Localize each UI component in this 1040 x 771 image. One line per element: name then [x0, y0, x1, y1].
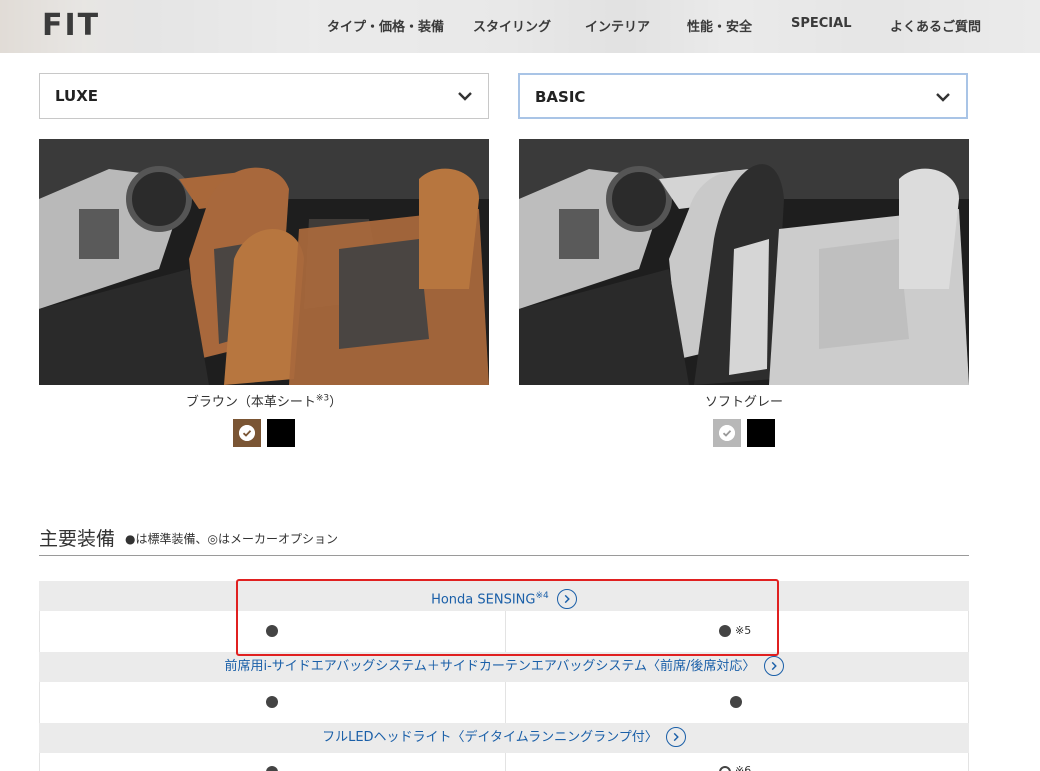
option-dot	[719, 766, 731, 771]
feature-name: フルLEDヘッドライト〈デイタイムランニングランプ付〉	[322, 730, 658, 745]
nav-item-interior[interactable]: インテリア	[585, 16, 650, 35]
footnote-ref: ※3	[315, 393, 330, 404]
interior-image-basic	[519, 139, 969, 385]
chevron-right-circle-icon[interactable]	[763, 655, 784, 676]
swatch-soft-gray[interactable]	[713, 419, 741, 447]
section-legend: ●は標準装備、◎はメーカーオプション	[125, 532, 338, 546]
footnote-ref: ※4	[535, 591, 549, 601]
type-select-value: BASIC	[535, 88, 586, 106]
swatch-black[interactable]	[747, 419, 775, 447]
chevron-down-icon	[936, 93, 950, 102]
interior-color-label: ブラウン（本革シート	[185, 395, 316, 410]
footnote-ref: ※6	[735, 764, 752, 771]
chevron-down-icon	[458, 92, 472, 101]
nav-item-faq[interactable]: よくあるご質問	[890, 16, 981, 35]
interior-color-name: ブラウン（本革シート※3）	[39, 391, 489, 410]
column-divider	[505, 753, 506, 771]
type-select-right[interactable]: BASIC	[518, 73, 968, 119]
main-nav: タイプ・価格・装備 スタイリング インテリア 性能・安全 SPECIAL よくあ…	[0, 16, 1040, 36]
feature-values-row: ※5	[39, 611, 969, 653]
section-title: 主要装備	[39, 528, 116, 550]
nav-item-special[interactable]: SPECIAL	[791, 16, 852, 31]
chevron-right-circle-icon[interactable]	[665, 726, 686, 747]
column-divider	[505, 611, 506, 653]
feature-name: 前席用i-サイドエアバッグシステム＋サイドカーテンエアバッグシステム〈前席/後席…	[224, 659, 756, 674]
swatch-brown[interactable]	[233, 419, 261, 447]
check-icon	[719, 425, 735, 441]
section-divider	[39, 555, 969, 556]
interior-color-name: ソフトグレー	[519, 391, 969, 410]
nav-item-performance-safety[interactable]: 性能・安全	[687, 16, 752, 35]
type-select-left[interactable]: LUXE	[39, 73, 489, 119]
standard-dot	[266, 625, 278, 637]
swatch-black[interactable]	[267, 419, 295, 447]
feature-header-led-headlights[interactable]: フルLEDヘッドライト〈デイタイムランニングランプ付〉	[39, 723, 969, 753]
feature-header-honda-sensing[interactable]: Honda SENSING※4	[39, 581, 969, 611]
type-select-value: LUXE	[55, 87, 99, 105]
feature-header-airbags[interactable]: 前席用i-サイドエアバッグシステム＋サイドカーテンエアバッグシステム〈前席/後席…	[39, 652, 969, 682]
chevron-right-circle-icon[interactable]	[556, 588, 577, 609]
standard-dot	[266, 766, 278, 771]
feature-name: Honda SENSING	[431, 592, 536, 608]
footnote-ref: ※5	[735, 624, 752, 637]
standard-dot	[730, 696, 742, 708]
standard-dot	[719, 625, 731, 637]
interior-color-label: ソフトグレー	[704, 395, 783, 410]
nav-item-styling[interactable]: スタイリング	[473, 16, 551, 35]
feature-values-row: ※6	[39, 753, 969, 771]
column-divider	[505, 682, 506, 724]
interior-image-luxe	[39, 139, 489, 385]
feature-values-row	[39, 682, 969, 724]
nav-item-type-price[interactable]: タイプ・価格・装備	[327, 16, 444, 35]
interior-color-close: ）	[329, 395, 343, 410]
standard-dot	[266, 696, 278, 708]
check-icon	[239, 425, 255, 441]
site-header: FIT タイプ・価格・装備 スタイリング インテリア 性能・安全 SPECIAL…	[0, 0, 1040, 53]
